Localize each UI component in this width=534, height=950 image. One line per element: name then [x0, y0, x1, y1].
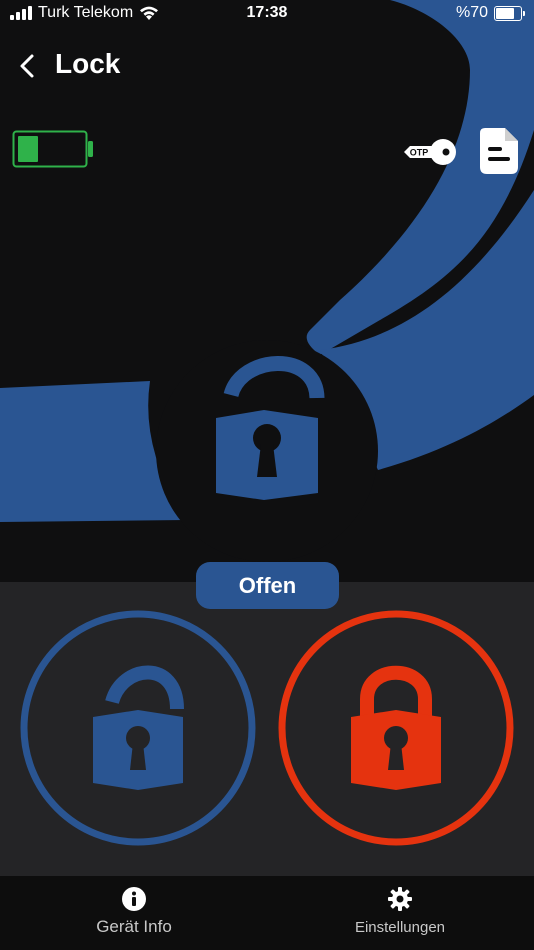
lock-button[interactable]	[277, 609, 515, 847]
document-icon	[480, 128, 518, 174]
otp-key-button[interactable]: OTP	[402, 136, 458, 168]
padlock-closed-icon	[278, 610, 514, 846]
tab-device-info[interactable]: Gerät Info	[34, 886, 234, 937]
tab-device-info-label: Gerät Info	[96, 917, 172, 936]
otp-key-icon: OTP	[404, 139, 456, 165]
status-time: 17:38	[246, 4, 288, 21]
battery-icon	[494, 5, 525, 21]
unlock-button[interactable]	[19, 609, 257, 847]
gear-icon	[388, 887, 412, 911]
tab-settings-label: Einstellungen	[354, 919, 446, 936]
nav-bar: Lock	[0, 42, 534, 88]
log-document-button[interactable]	[480, 128, 518, 174]
device-battery-icon	[12, 130, 93, 168]
lock-status-badge: Offen	[196, 562, 339, 609]
otp-label: OTP	[410, 148, 429, 158]
back-button[interactable]	[12, 50, 44, 82]
chevron-left-icon	[20, 54, 34, 78]
padlock-open-icon	[20, 610, 256, 846]
status-right: %70	[455, 4, 525, 22]
page-title: Lock	[55, 48, 121, 79]
info-icon	[122, 887, 146, 911]
current-lock-state-icon	[156, 340, 378, 562]
tab-settings[interactable]: Einstellungen	[300, 886, 500, 936]
status-bar: Turk Telekom 17:38 %70	[0, 0, 534, 30]
battery-percent: %70	[455, 4, 488, 21]
tab-bar: Gerät Info Einstellungen	[0, 876, 534, 950]
